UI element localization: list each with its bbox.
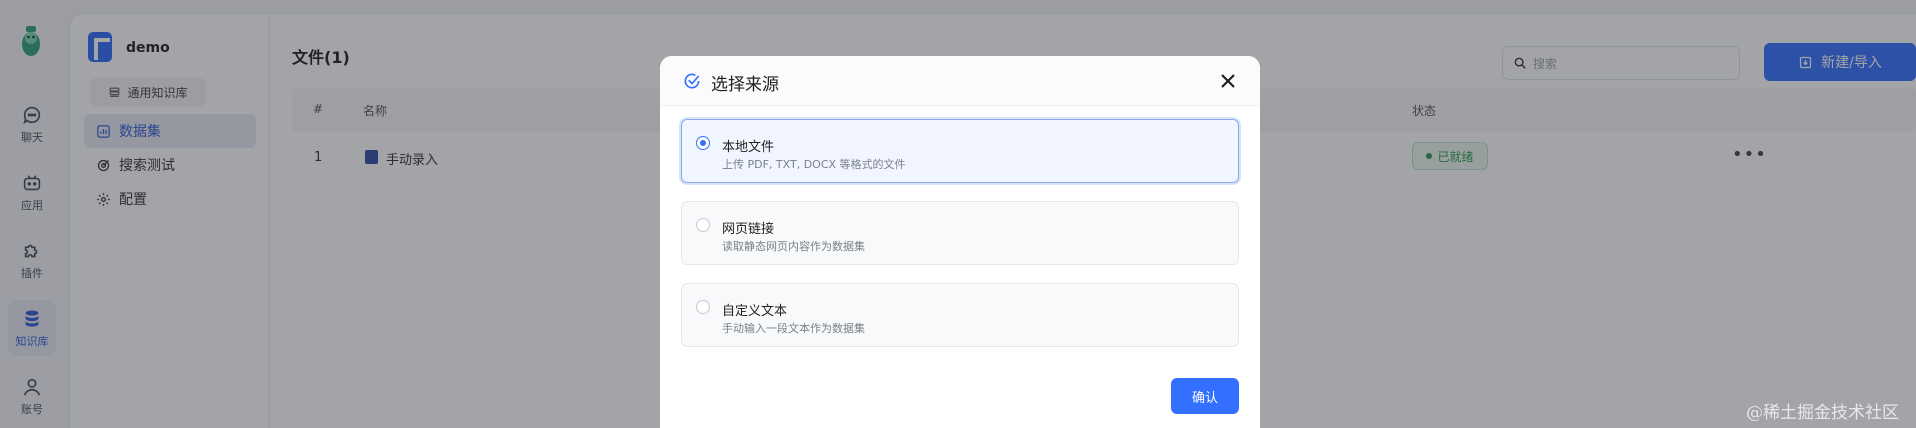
modal-header: 选择来源 xyxy=(660,56,1260,106)
radio-button[interactable] xyxy=(696,136,710,150)
modal-title: 选择来源 xyxy=(711,75,779,95)
option-description: 读取静态网页内容作为数据集 xyxy=(722,240,865,253)
option-web-link[interactable]: 网页链接 读取静态网页内容作为数据集 xyxy=(681,201,1239,265)
option-title: 本地文件 xyxy=(722,140,775,155)
option-description: 手动输入一段文本作为数据集 xyxy=(722,322,865,335)
radio-button[interactable] xyxy=(696,300,710,314)
option-local-file[interactable]: 本地文件 上传 PDF, TXT, DOCX 等格式的文件 xyxy=(681,119,1239,183)
select-source-modal: 选择来源 本地文件 上传 PDF, TXT, DOCX 等格式的文件 网页链接 … xyxy=(660,56,1260,428)
option-title: 网页链接 xyxy=(722,222,775,237)
option-description: 上传 PDF, TXT, DOCX 等格式的文件 xyxy=(722,158,906,171)
option-title: 自定义文本 xyxy=(722,304,788,319)
radio-button[interactable] xyxy=(696,218,710,232)
watermark: @稀土掘金技术社区 xyxy=(1746,403,1899,423)
option-custom-text[interactable]: 自定义文本 手动输入一段文本作为数据集 xyxy=(681,283,1239,347)
check-circle-icon xyxy=(684,73,700,89)
close-icon[interactable] xyxy=(1216,69,1240,93)
confirm-button[interactable]: 确认 xyxy=(1171,378,1239,414)
